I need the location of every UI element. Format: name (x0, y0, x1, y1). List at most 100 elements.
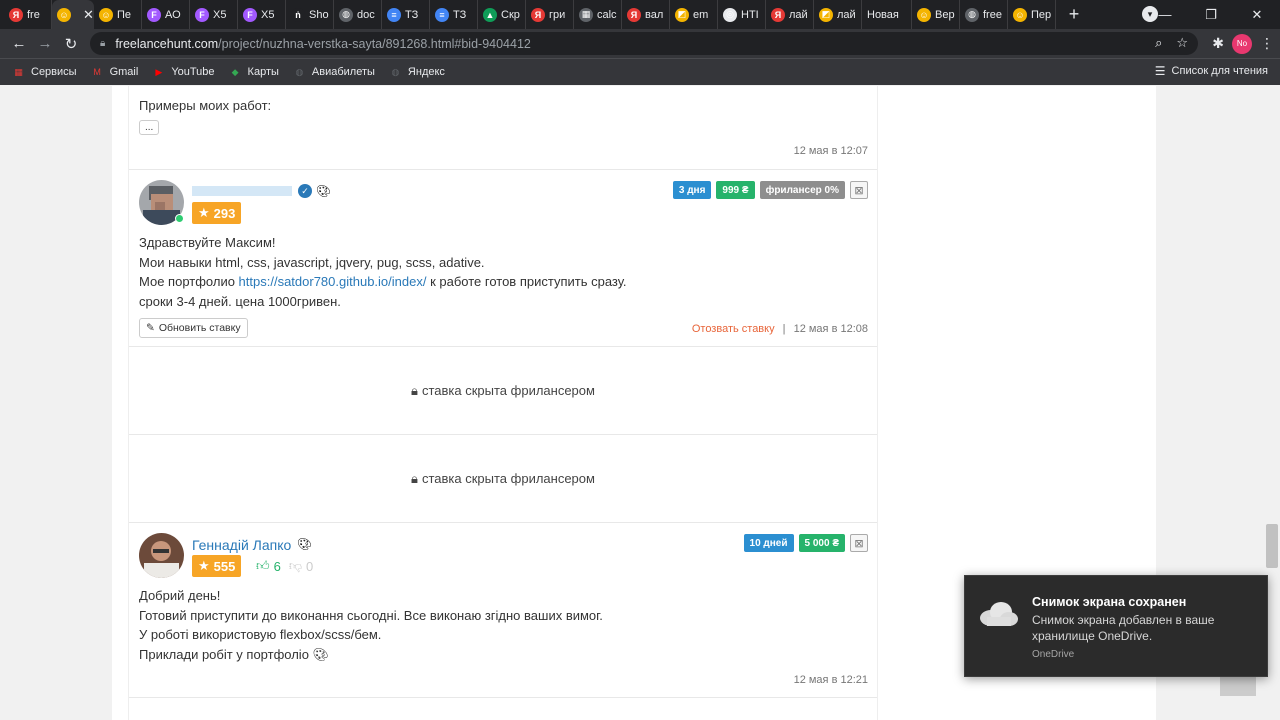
browser-tab[interactable]: F Х5 (238, 0, 286, 29)
notification-title: Снимок экрана сохранен (1032, 595, 1187, 609)
browser-tab[interactable]: ≡ ТЗ (430, 0, 478, 29)
bookmark-item[interactable]: ◍ Яндекс (389, 66, 444, 79)
bookmark-icon: ◆ (231, 66, 239, 77)
votes-up-count: 6 (273, 558, 281, 574)
recall-bid-link[interactable]: Отозвать ставку (692, 323, 775, 335)
bookmark-star-icon[interactable]: ☆ (1176, 35, 1188, 51)
bid-line: Добрий день! (139, 588, 221, 603)
address-bar[interactable]: 🔒︎ freelancehunt.com/project/nuzhna-vers… (90, 32, 1198, 55)
thumbs-down-icon: 👎︎ (288, 558, 303, 573)
browser-tab[interactable]: ◎ НТІ (718, 0, 766, 29)
browser-tab[interactable]: ☺ ✕ (52, 0, 94, 29)
zoom-icon[interactable]: ⌕ (1155, 35, 1162, 51)
browser-tab[interactable]: ≡ ТЗ (382, 0, 430, 29)
portfolio-link[interactable]: https://satdor780.github.io/index/ (239, 274, 427, 289)
url-path: /project/nuzhna-verstka-sayta/891268.htm… (218, 36, 531, 51)
browser-tab[interactable]: ◍ doc (334, 0, 382, 29)
browser-tab[interactable]: ṅ Sho (286, 0, 334, 29)
reading-list-icon: ☰ (1154, 64, 1166, 78)
tab-favicon-icon: ≡ (435, 7, 449, 22)
browser-tab[interactable]: F АО (142, 0, 190, 29)
lock-icon: 🔒︎ (411, 470, 418, 486)
tab-favicon-icon: ▲ (483, 7, 497, 22)
browser-tab[interactable]: ◍ free (960, 0, 1008, 29)
bookmark-label: Карты (247, 66, 279, 78)
hide-bid-icon[interactable]: ⊠ (850, 534, 868, 552)
tab-label: лай (837, 8, 856, 21)
expand-button[interactable]: ... (139, 120, 160, 135)
bookmark-item[interactable]: ◍ Авиабилеты (293, 66, 375, 79)
browser-tab[interactable]: ☺ Вер (912, 0, 960, 29)
bookmark-item[interactable]: ◆ Карты (229, 66, 279, 79)
rating-badge: ★ 555 (192, 555, 242, 577)
tab-label: Скр (501, 8, 520, 21)
back-icon[interactable]: ← (6, 35, 32, 52)
bid-line: Приклади робіт у портфоліо 🎨︎ (139, 645, 859, 665)
tab-label: Вер (935, 8, 955, 21)
bookmark-icon: M (93, 67, 101, 77)
browser-tab[interactable]: ☺ Пе (94, 0, 142, 29)
update-bid-button[interactable]: ✎ Обновить ставку (139, 318, 248, 338)
portfolio-suffix: к работе готов приступить сразу. (426, 274, 627, 289)
browser-tab[interactable]: Явал (622, 0, 670, 29)
browser-tab[interactable]: ▲ Скр (478, 0, 526, 29)
browser-tab[interactable]: Ягри (526, 0, 574, 29)
onedrive-notification[interactable]: Снимок экрана сохранен Снимок экрана доб… (964, 575, 1268, 677)
hidden-bid-label: ставка скрыта фрилансером (421, 383, 595, 398)
browser-tab[interactable]: F Х5 (190, 0, 238, 29)
bid-time: 12 мая в 12:07 (793, 145, 868, 157)
days-badge: 10 дней (743, 534, 794, 552)
hidden-bid-label: ставка скрыта фрилансером (421, 471, 595, 486)
palette-icon: 🎨︎ (312, 646, 330, 662)
tab-favicon-icon: Я (9, 7, 23, 22)
window-close-icon[interactable]: ✕ (1234, 7, 1280, 23)
bookmark-label: Gmail (109, 66, 139, 78)
freelancer-name[interactable]: Геннадій Лапко (192, 537, 291, 553)
browser-tab[interactable]: Ялай (766, 0, 814, 29)
tab-label: Х5 (213, 8, 227, 21)
tab-favicon-icon: ◩ (819, 7, 833, 22)
browser-tab[interactable]: Новая (862, 0, 912, 29)
bookmark-item[interactable]: M Gmail (91, 66, 139, 79)
browser-tab[interactable]: Яfre (4, 0, 52, 29)
bookmark-label: Авиабилеты (311, 66, 375, 78)
bookmark-item[interactable]: ▶ YouTube (152, 66, 214, 79)
tab-close-icon[interactable]: ✕ (83, 7, 94, 23)
profile-avatar[interactable]: No (1232, 33, 1252, 54)
window-controls: — ❐ ✕ (1142, 0, 1280, 29)
extensions-icon[interactable]: ✱ (1212, 35, 1224, 52)
blurred-name (192, 186, 292, 196)
browser-toolbar: ← → ↻ 🔒︎ freelancehunt.com/project/nuzhn… (0, 29, 1280, 58)
notification-body: Снимок экрана добавлен в ваше хранилище … (1032, 613, 1215, 643)
forward-icon[interactable]: → (32, 35, 58, 52)
tab-label: calc (597, 8, 617, 21)
browser-tab[interactable]: ▦ calc (574, 0, 622, 29)
url-host: freelancehunt.com (115, 36, 219, 51)
tab-label: free (983, 8, 1002, 21)
reload-icon[interactable]: ↻ (58, 35, 84, 53)
rating-badge: ★ 293 (192, 202, 242, 224)
bid-fragment: Примеры моих работ: ... 12 мая в 12:07 (129, 86, 877, 170)
browser-tab[interactable]: ◩ лай (814, 0, 862, 29)
new-tab-button[interactable]: + (1064, 4, 1084, 25)
browser-tab[interactable]: ☺ Пер (1008, 0, 1056, 29)
minimize-icon[interactable]: — (1142, 7, 1188, 22)
scrollbar-thumb[interactable] (1266, 524, 1278, 568)
maximize-icon[interactable]: ❐ (1188, 7, 1234, 23)
reading-list-button[interactable]: ☰ Список для чтения (1155, 64, 1268, 78)
bookmark-item[interactable]: ▦ Сервисы (12, 66, 76, 79)
hide-bid-icon[interactable]: ⊠ (850, 181, 868, 199)
rating-value: 293 (213, 205, 236, 221)
votes: 👍︎ 6 👎︎ 0 (256, 558, 313, 574)
bookmark-icon: ◍ (391, 66, 400, 77)
browser-tab[interactable]: ◩ em (670, 0, 718, 29)
bid-badges: 3 дня 999 ₴ фрилансер 0% ⊠ (672, 181, 868, 199)
tab-favicon-icon: ◍ (965, 7, 979, 22)
tab-favicon-icon: Я (627, 7, 641, 22)
avatar[interactable] (139, 533, 184, 578)
tab-label: em (693, 8, 709, 21)
tab-label: Sho (309, 8, 329, 21)
bid-text: Здравствуйте Максим! Мои навыки html, cs… (139, 233, 859, 311)
menu-icon[interactable]: ⋮ (1260, 35, 1274, 52)
palette-icon: 🎨︎ (316, 184, 332, 198)
